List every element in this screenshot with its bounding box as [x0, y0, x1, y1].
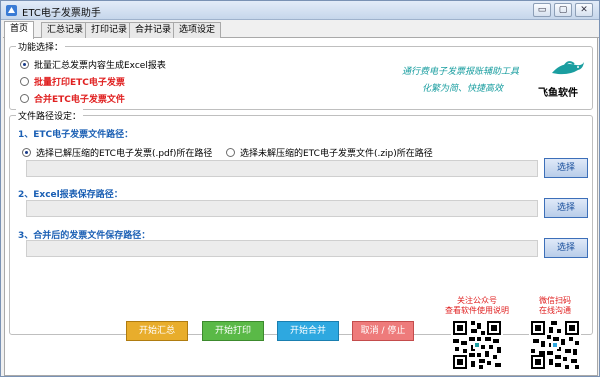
qr-left-caption-line1: 关注公众号 [457, 296, 497, 305]
app-icon [6, 5, 17, 16]
tab-bar: 首页 汇总记录 打印记录 合并记录 选项设定 [3, 21, 599, 39]
radio-merge-files[interactable]: 合并ETC电子发票文件 [20, 92, 125, 105]
path-group-legend: 文件路径设定： [16, 109, 84, 122]
radio-summary-excel-label: 批量汇总发票内容生成Excel报表 [34, 61, 166, 71]
radio-icon [226, 148, 235, 157]
browse-merge-path-button[interactable]: 选择 [544, 238, 588, 258]
tab-merge-records[interactable]: 合并记录 [129, 22, 178, 38]
etc-path-input[interactable] [26, 160, 538, 177]
start-merge-button[interactable]: 开始合并 [277, 321, 339, 341]
qr-left-caption-line2: 查看软件使用说明 [445, 306, 509, 315]
slogan-line-2: 化繁为简、快捷高效 [422, 84, 504, 94]
wechat-official-qr-icon [451, 319, 503, 371]
cancel-stop-button[interactable]: 取消 / 停止 [352, 321, 414, 341]
function-group: 功能选择： 批量汇总发票内容生成Excel报表 批量打印ETC电子发票 合并ET… [9, 40, 593, 110]
tab-print-records[interactable]: 打印记录 [85, 22, 134, 38]
start-summary-button[interactable]: 开始汇总 [126, 321, 188, 341]
merge-path-input[interactable] [26, 240, 538, 257]
browse-etc-path-button[interactable]: 选择 [544, 158, 588, 178]
minimize-button[interactable]: ▭ [533, 3, 551, 17]
qr-left-caption: 关注公众号 查看软件使用说明 [441, 296, 513, 316]
window-title: ETC电子发票助手 [22, 8, 101, 19]
minimize-icon: ▭ [537, 5, 547, 15]
tab-summary-records[interactable]: 汇总记录 [41, 22, 90, 38]
flying-fish-logo-icon [552, 61, 584, 75]
excel-path-title: 2、Excel报表保存路径： [18, 190, 123, 200]
tab-options[interactable]: 选项设定 [173, 22, 222, 38]
radio-pdf-path-label: 选择已解压缩的ETC电子发票(.pdf)所在路径 [36, 149, 213, 159]
logo-text: 飞鱼软件 [538, 88, 578, 99]
browse-excel-path-button[interactable]: 选择 [544, 198, 588, 218]
function-group-legend: 功能选择： [16, 40, 66, 53]
etc-path-title: 1、ETC电子发票文件路径： [18, 130, 134, 140]
title-bar: ETC电子发票助手 ▭ ▢ ✕ [1, 1, 599, 20]
app-window: ETC电子发票助手 ▭ ▢ ✕ 首页 汇总记录 打印记录 合并记录 选项设定 功… [0, 0, 600, 377]
radio-icon [20, 94, 29, 103]
close-icon: ✕ [580, 5, 588, 15]
radio-selected-icon [20, 60, 29, 69]
radio-zip-path[interactable]: 选择未解压缩的ETC电子发票文件(.zip)所在路径 [226, 146, 433, 159]
start-print-button[interactable]: 开始打印 [202, 321, 264, 341]
qr-right-caption: 微信扫码 在线沟通 [519, 296, 591, 316]
slogan-line-1: 通行费电子发票报账辅助工具 [402, 67, 520, 77]
qr-right-caption-line1: 微信扫码 [539, 296, 571, 305]
home-panel: 功能选择： 批量汇总发票内容生成Excel报表 批量打印ETC电子发票 合并ET… [4, 38, 598, 376]
radio-merge-files-label: 合并ETC电子发票文件 [34, 95, 125, 105]
radio-icon [20, 77, 29, 86]
close-button[interactable]: ✕ [575, 3, 593, 17]
maximize-icon: ▢ [558, 5, 568, 15]
radio-zip-path-label: 选择未解压缩的ETC电子发票文件(.zip)所在路径 [240, 149, 433, 159]
radio-batch-print[interactable]: 批量打印ETC电子发票 [20, 75, 125, 88]
maximize-button[interactable]: ▢ [554, 3, 572, 17]
tab-home[interactable]: 首页 [4, 21, 35, 39]
radio-batch-print-label: 批量打印ETC电子发票 [34, 78, 125, 88]
radio-summary-excel[interactable]: 批量汇总发票内容生成Excel报表 [20, 58, 166, 71]
wechat-contact-qr-icon [529, 319, 581, 371]
qr-right-caption-line2: 在线沟通 [539, 306, 571, 315]
excel-path-input[interactable] [26, 200, 538, 217]
radio-pdf-path[interactable]: 选择已解压缩的ETC电子发票(.pdf)所在路径 [22, 146, 212, 159]
radio-selected-icon [22, 148, 31, 157]
